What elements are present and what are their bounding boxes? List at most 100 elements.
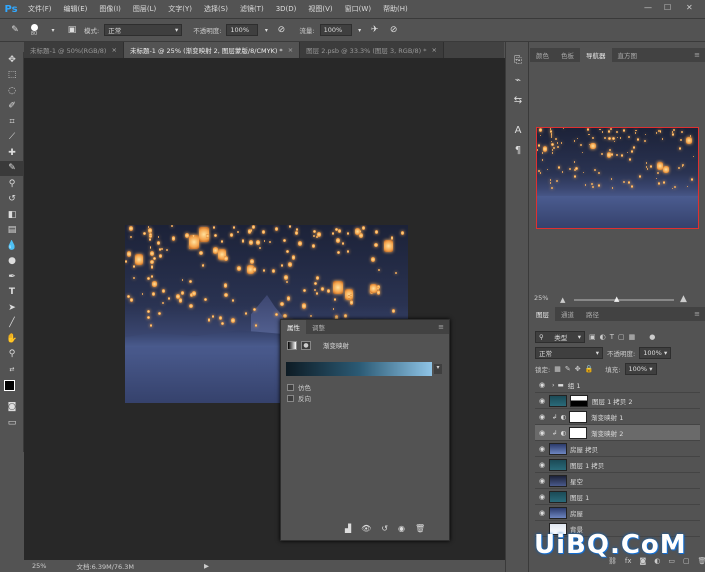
visibility-eye-icon[interactable]: ◉ [535,429,549,437]
layer-name[interactable]: 房屋 拷贝 [570,444,598,454]
zoom-slider[interactable] [574,299,674,301]
crop-tool-icon[interactable]: ⌗ [0,114,24,130]
lock-move-icon[interactable]: ✥ [575,365,581,373]
doc-tab-2[interactable]: 未标题-1 @ 25% (渐变映射 2, 图层蒙版/8/CMYK) * × [123,42,301,58]
minimize-button[interactable]: — [644,3,652,12]
panel-menu-icon[interactable]: ≡ [694,310,700,318]
mode-select[interactable]: 正常 ▾ [104,24,183,36]
chevron-down-icon[interactable]: ▾ [434,364,442,374]
zoom-out-icon[interactable]: ▲ [560,296,565,304]
eyedropper-tool-icon[interactable]: ⟋ [0,130,24,146]
visibility-eye-icon[interactable]: ◉ [535,493,549,501]
layer-opacity-field[interactable]: 100% ▾ [639,347,672,359]
layer-name[interactable]: 图层 1 拷贝 [570,460,604,470]
close-icon[interactable]: × [288,46,293,54]
zoom-in-icon[interactable]: ▲ [680,294,687,304]
navigator-thumbnail[interactable] [536,127,699,229]
filter-type-icon[interactable]: T [610,333,614,341]
reverse-checkbox[interactable]: 反向 [287,393,311,403]
brush-preset-picker[interactable]: 80 [27,23,41,37]
visibility-eye-icon[interactable]: ◉ [535,397,549,405]
healing-brush-tool-icon[interactable]: ✚ [0,145,24,161]
layer-name[interactable]: 渐变映射 1 [591,412,623,422]
maximize-button[interactable]: ☐ [664,3,671,12]
clone-stamp-tool-icon[interactable]: ⚲ [0,176,24,192]
filter-pixel-icon[interactable]: ▣ [589,333,596,341]
panel-menu-icon[interactable]: ≡ [694,51,700,59]
lock-paint-icon[interactable]: ✎ [565,365,571,373]
filter-shape-icon[interactable]: ▢ [618,333,625,341]
fill-field[interactable]: 100% ▾ [624,363,657,375]
gradient-map-icon[interactable] [287,340,297,350]
menu-image[interactable]: 图像(I) [93,4,127,14]
layer-name[interactable]: 房屋 [570,508,583,518]
filter-adjust-icon[interactable]: ◐ [600,333,606,341]
close-icon[interactable]: × [431,46,436,54]
menu-3d[interactable]: 3D(D) [270,5,303,13]
status-arrow-icon[interactable]: ▶ [204,562,209,570]
lock-pixels-icon[interactable]: ▦ [554,365,561,373]
visibility-eye-icon[interactable]: ◉ [535,461,549,469]
layer-name[interactable]: 图层 1 [570,492,589,502]
paragraph-panel-icon[interactable]: ¶ [506,140,530,160]
layer-mask-thumbnail[interactable] [570,394,588,407]
expand-arrow-icon[interactable]: › [552,381,555,389]
visibility-eye-icon[interactable]: ◉ [535,509,549,517]
layer-thumbnail[interactable] [549,490,567,503]
layer-thumbnail[interactable] [549,442,567,455]
brush-panel-toggle-icon[interactable]: ▣ [65,23,79,37]
layer-row[interactable]: ◉ ↲ ◐ 渐变映射 1 [535,409,700,425]
character-panel-icon[interactable]: A [506,120,530,140]
foreground-color[interactable] [4,379,15,391]
zoom-tool-icon[interactable]: ⚲ [0,347,24,363]
tab-adjustments[interactable]: 调整 [306,320,331,334]
flow-field[interactable]: 100% [319,24,352,36]
layer-thumbnail[interactable] [549,458,567,471]
history-panel-icon[interactable]: ⎘ [506,50,530,70]
zoom-slider-thumb[interactable]: ▲ [614,295,619,303]
blur-tool-icon[interactable]: 💧 [0,238,24,254]
view-previous-icon[interactable]: 👁 [361,524,371,533]
line-tool-icon[interactable]: ╱ [0,316,24,332]
menu-select[interactable]: 选择(S) [198,4,234,14]
layer-row[interactable]: ◉ ↲ ◐ 渐变映射 2 [535,425,700,441]
swap-colors-icon[interactable]: ⇄ [0,362,24,378]
visibility-eye-icon[interactable]: ◉ [535,477,549,485]
layer-mask-thumbnail[interactable] [569,426,588,439]
layer-row[interactable]: ◉ 图层 1 拷贝 [535,457,700,473]
delete-icon[interactable]: 🗑 [415,524,425,533]
visibility-eye-icon[interactable]: ◉ [535,381,549,389]
blend-mode-select[interactable]: 正常 ▾ [535,347,603,359]
history-brush-tool-icon[interactable]: ↺ [0,192,24,208]
visibility-eye-icon[interactable]: ◉ [535,445,549,453]
layer-thumbnail[interactable] [549,474,567,487]
layer-mask-thumbnail[interactable] [569,410,588,423]
visibility-eye-icon[interactable]: ◉ [535,413,549,421]
reset-icon[interactable]: ↺ [381,524,388,533]
menu-window[interactable]: 窗口(W) [339,4,377,14]
layer-row[interactable]: ◉ 图层 1 [535,489,700,505]
tab-properties[interactable]: 属性 [281,320,306,334]
tab-layers[interactable]: 图层 [530,307,555,321]
layer-name[interactable]: 渐变映射 2 [591,428,623,438]
menu-layer[interactable]: 图层(L) [127,4,162,14]
layer-thumbnail[interactable] [549,394,567,407]
menu-edit[interactable]: 编辑(E) [58,4,94,14]
airbrush-icon[interactable]: ✈ [368,23,382,37]
layer-row[interactable]: ◉ 房屋 [535,505,700,521]
screen-mode-icon[interactable]: ▭ [0,415,24,431]
tab-color[interactable]: 颜色 [530,48,555,62]
delete-layer-icon[interactable]: 🗑 [698,557,705,565]
chevron-down-icon[interactable]: ▾ [46,23,60,37]
close-window-button[interactable]: ✕ [686,3,693,12]
menu-view[interactable]: 视图(V) [302,4,338,14]
panel-menu-icon[interactable]: ≡ [438,323,444,331]
visibility-icon[interactable]: ◉ [398,524,405,533]
layer-name[interactable]: 组 1 [568,380,581,390]
close-icon[interactable]: × [111,46,116,54]
type-tool-icon[interactable]: T [0,285,24,301]
tab-channels[interactable]: 通道 [555,307,580,321]
quick-select-tool-icon[interactable]: ✐ [0,99,24,115]
chevron-down-icon[interactable]: ▾ [357,23,363,37]
color-swatches[interactable] [0,378,24,400]
